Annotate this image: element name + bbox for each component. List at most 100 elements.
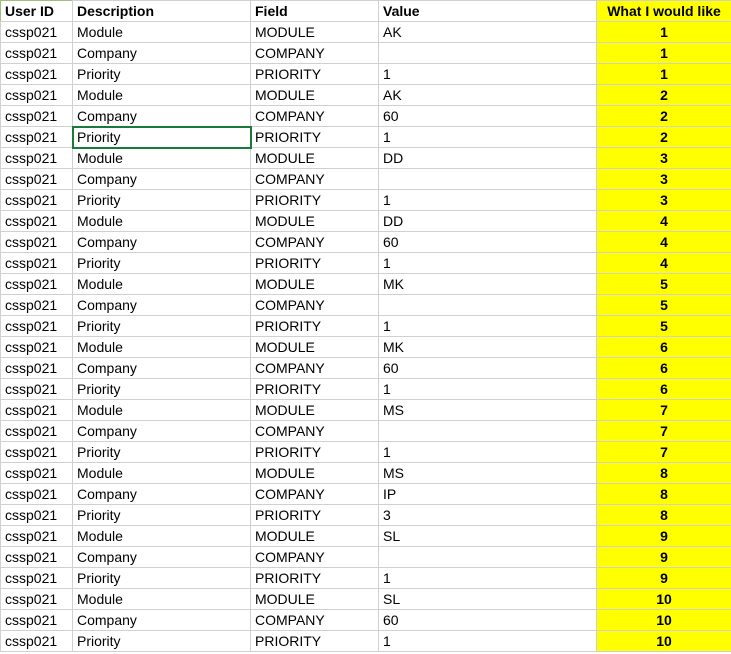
cell-user-id[interactable]: cssp021: [1, 379, 73, 400]
cell-user-id[interactable]: cssp021: [1, 190, 73, 211]
cell-user-id[interactable]: cssp021: [1, 610, 73, 631]
cell-value[interactable]: DD: [379, 211, 597, 232]
cell-field[interactable]: COMPANY: [251, 295, 379, 316]
cell-what[interactable]: 6: [597, 337, 731, 358]
cell-field[interactable]: MODULE: [251, 85, 379, 106]
cell-value[interactable]: 1: [379, 379, 597, 400]
cell-value[interactable]: MS: [379, 400, 597, 421]
cell-value[interactable]: 60: [379, 106, 597, 127]
cell-value[interactable]: [379, 43, 597, 64]
cell-value[interactable]: 60: [379, 610, 597, 631]
cell-value[interactable]: AK: [379, 85, 597, 106]
cell-what[interactable]: 8: [597, 484, 731, 505]
cell-description[interactable]: Module: [73, 337, 251, 358]
cell-user-id[interactable]: cssp021: [1, 505, 73, 526]
cell-description[interactable]: Priority: [73, 253, 251, 274]
cell-user-id[interactable]: cssp021: [1, 274, 73, 295]
cell-field[interactable]: PRIORITY: [251, 127, 379, 148]
cell-what[interactable]: 9: [597, 526, 731, 547]
cell-what[interactable]: 2: [597, 106, 731, 127]
cell-user-id[interactable]: cssp021: [1, 526, 73, 547]
cell-description[interactable]: Company: [73, 106, 251, 127]
cell-field[interactable]: PRIORITY: [251, 568, 379, 589]
cell-what[interactable]: 2: [597, 127, 731, 148]
cell-description[interactable]: Company: [73, 169, 251, 190]
cell-user-id[interactable]: cssp021: [1, 337, 73, 358]
cell-field[interactable]: MODULE: [251, 337, 379, 358]
cell-description[interactable]: Module: [73, 22, 251, 43]
cell-user-id[interactable]: cssp021: [1, 127, 73, 148]
header-what[interactable]: What I would like: [597, 1, 731, 22]
cell-what[interactable]: 9: [597, 547, 731, 568]
cell-user-id[interactable]: cssp021: [1, 421, 73, 442]
cell-field[interactable]: MODULE: [251, 148, 379, 169]
cell-value[interactable]: [379, 547, 597, 568]
cell-description[interactable]: Module: [73, 589, 251, 610]
cell-description[interactable]: Company: [73, 610, 251, 631]
cell-field[interactable]: MODULE: [251, 400, 379, 421]
cell-field[interactable]: PRIORITY: [251, 253, 379, 274]
cell-field[interactable]: PRIORITY: [251, 631, 379, 652]
cell-field[interactable]: MODULE: [251, 526, 379, 547]
cell-user-id[interactable]: cssp021: [1, 295, 73, 316]
cell-field[interactable]: PRIORITY: [251, 316, 379, 337]
cell-description[interactable]: Priority: [73, 442, 251, 463]
cell-description[interactable]: Company: [73, 484, 251, 505]
cell-description[interactable]: Priority: [73, 568, 251, 589]
cell-user-id[interactable]: cssp021: [1, 400, 73, 421]
cell-value[interactable]: SL: [379, 589, 597, 610]
cell-what[interactable]: 4: [597, 232, 731, 253]
cell-what[interactable]: 8: [597, 505, 731, 526]
cell-user-id[interactable]: cssp021: [1, 316, 73, 337]
cell-user-id[interactable]: cssp021: [1, 442, 73, 463]
cell-field[interactable]: COMPANY: [251, 421, 379, 442]
cell-field[interactable]: PRIORITY: [251, 505, 379, 526]
cell-description[interactable]: Priority: [73, 64, 251, 85]
cell-field[interactable]: COMPANY: [251, 169, 379, 190]
cell-what[interactable]: 1: [597, 22, 731, 43]
cell-user-id[interactable]: cssp021: [1, 631, 73, 652]
cell-value[interactable]: [379, 169, 597, 190]
cell-field[interactable]: COMPANY: [251, 610, 379, 631]
cell-field[interactable]: COMPANY: [251, 484, 379, 505]
cell-field[interactable]: PRIORITY: [251, 379, 379, 400]
cell-user-id[interactable]: cssp021: [1, 358, 73, 379]
cell-what[interactable]: 3: [597, 169, 731, 190]
cell-description[interactable]: Module: [73, 148, 251, 169]
cell-field[interactable]: PRIORITY: [251, 442, 379, 463]
cell-description[interactable]: Priority: [73, 316, 251, 337]
cell-value[interactable]: MK: [379, 337, 597, 358]
cell-description[interactable]: Company: [73, 43, 251, 64]
cell-description[interactable]: Module: [73, 85, 251, 106]
cell-value[interactable]: 1: [379, 64, 597, 85]
cell-description[interactable]: Company: [73, 421, 251, 442]
spreadsheet-table[interactable]: User ID Description Field Value What I w…: [0, 0, 731, 652]
cell-value[interactable]: 1: [379, 316, 597, 337]
cell-description[interactable]: Priority: [73, 379, 251, 400]
cell-description[interactable]: Module: [73, 274, 251, 295]
cell-value[interactable]: 1: [379, 631, 597, 652]
cell-what[interactable]: 1: [597, 64, 731, 85]
cell-field[interactable]: COMPANY: [251, 43, 379, 64]
cell-field[interactable]: MODULE: [251, 589, 379, 610]
cell-description[interactable]: Module: [73, 463, 251, 484]
cell-what[interactable]: 9: [597, 568, 731, 589]
cell-description[interactable]: Module: [73, 526, 251, 547]
cell-value[interactable]: 1: [379, 190, 597, 211]
cell-value[interactable]: SL: [379, 526, 597, 547]
cell-user-id[interactable]: cssp021: [1, 64, 73, 85]
cell-what[interactable]: 5: [597, 316, 731, 337]
cell-user-id[interactable]: cssp021: [1, 568, 73, 589]
cell-value[interactable]: 1: [379, 442, 597, 463]
cell-user-id[interactable]: cssp021: [1, 463, 73, 484]
cell-value[interactable]: 60: [379, 358, 597, 379]
cell-what[interactable]: 6: [597, 358, 731, 379]
cell-value[interactable]: IP: [379, 484, 597, 505]
cell-what[interactable]: 4: [597, 253, 731, 274]
cell-user-id[interactable]: cssp021: [1, 232, 73, 253]
cell-description[interactable]: Company: [73, 547, 251, 568]
header-user-id[interactable]: User ID: [1, 1, 73, 22]
header-value[interactable]: Value: [379, 1, 597, 22]
cell-description[interactable]: Module: [73, 211, 251, 232]
cell-what[interactable]: 10: [597, 589, 731, 610]
